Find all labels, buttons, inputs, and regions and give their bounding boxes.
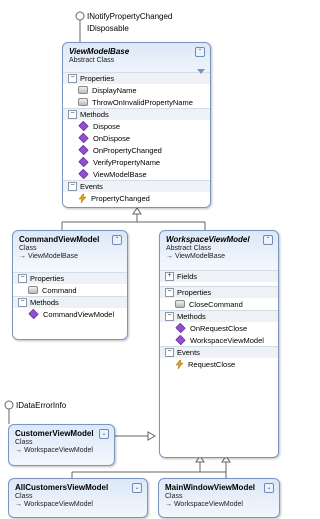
- minus-icon[interactable]: −: [18, 274, 27, 283]
- class-allcustomersviewmodel[interactable]: AllCustomersViewModel Class → WorkspaceV…: [8, 478, 148, 518]
- double-chevron-down-icon[interactable]: ⌄: [132, 483, 142, 493]
- member-property[interactable]: ThrowOnInvalidPropertyName: [63, 96, 210, 108]
- method-icon: [78, 132, 89, 144]
- class-workspaceviewmodel[interactable]: WorkspaceViewModel Abstract Class → View…: [159, 230, 279, 458]
- member-method[interactable]: OnRequestClose: [160, 322, 278, 334]
- filter-icon[interactable]: [197, 69, 205, 74]
- class-name: ViewModelBase: [69, 47, 130, 56]
- minus-icon[interactable]: −: [165, 288, 174, 297]
- member-event[interactable]: RequestClose: [160, 358, 278, 370]
- inheritance-arrow-icon: [132, 207, 142, 215]
- method-icon: [78, 144, 89, 156]
- section-properties[interactable]: − Properties: [63, 72, 210, 84]
- interface-lollipop-icon-2: [4, 400, 14, 410]
- minus-icon[interactable]: −: [68, 182, 77, 191]
- interface-label-idataerrorinfo: IDataErrorInfo: [16, 401, 67, 410]
- property-icon: [175, 300, 185, 308]
- class-customerviewmodel[interactable]: CustomerViewModel Class → WorkspaceViewM…: [8, 424, 115, 466]
- minus-icon[interactable]: −: [165, 348, 174, 357]
- section-methods[interactable]: − Methods: [13, 296, 127, 308]
- interface-label-inotifypropertychanged: INotifyPropertyChanged: [87, 12, 173, 21]
- class-base: → ViewModelBase: [166, 253, 226, 260]
- method-icon: [78, 156, 89, 168]
- section-properties[interactable]: − Properties: [13, 272, 127, 284]
- double-chevron-up-icon[interactable]: ⌃: [195, 47, 205, 57]
- property-icon: [78, 98, 88, 106]
- section-fields[interactable]: + Fields: [160, 270, 278, 282]
- member-method[interactable]: VerifyPropertyName: [63, 156, 210, 168]
- method-icon: [175, 322, 186, 334]
- class-mainwindowviewmodel[interactable]: MainWindowViewModel Class → WorkspaceVie…: [158, 478, 280, 518]
- double-chevron-down-icon[interactable]: ⌄: [99, 429, 109, 439]
- class-name: MainWindowViewModel: [165, 483, 256, 492]
- method-icon: [78, 168, 89, 180]
- class-commandviewmodel[interactable]: CommandViewModel Class → ViewModelBase ⌃…: [12, 230, 128, 340]
- class-name: WorkspaceViewModel: [166, 235, 250, 244]
- member-method[interactable]: OnPropertyChanged: [63, 144, 210, 156]
- method-icon: [28, 308, 39, 320]
- interface-lollipop-icon: [75, 11, 85, 21]
- property-icon: [28, 286, 38, 294]
- section-events[interactable]: − Events: [63, 180, 210, 192]
- lightning-icon: [78, 193, 87, 203]
- member-method[interactable]: WorkspaceViewModel: [160, 334, 278, 346]
- section-events[interactable]: − Events: [160, 346, 278, 358]
- minus-icon[interactable]: −: [18, 298, 27, 307]
- lightning-icon: [175, 359, 184, 369]
- member-event[interactable]: PropertyChanged: [63, 192, 210, 204]
- section-properties[interactable]: − Properties: [160, 286, 278, 298]
- class-base: → WorkspaceViewModel: [165, 501, 243, 508]
- member-method[interactable]: Dispose: [63, 120, 210, 132]
- member-property[interactable]: CloseCommand: [160, 298, 278, 310]
- minus-icon[interactable]: −: [165, 312, 174, 321]
- section-methods[interactable]: − Methods: [63, 108, 210, 120]
- class-kind: Abstract Class: [166, 245, 212, 252]
- member-property[interactable]: Command: [13, 284, 127, 296]
- minus-icon[interactable]: −: [68, 74, 77, 83]
- section-methods[interactable]: − Methods: [160, 310, 278, 322]
- class-kind: Class: [165, 493, 183, 500]
- class-kind: Class: [15, 439, 33, 446]
- class-name: CommandViewModel: [19, 235, 100, 244]
- class-base: → WorkspaceViewModel: [15, 501, 93, 508]
- minus-icon[interactable]: −: [68, 110, 77, 119]
- member-method[interactable]: CommandViewModel: [13, 308, 127, 320]
- class-base: → ViewModelBase: [19, 253, 79, 260]
- member-method[interactable]: OnDispose: [63, 132, 210, 144]
- class-kind: Class: [19, 245, 37, 252]
- class-base: → WorkspaceViewModel: [15, 447, 93, 454]
- member-property[interactable]: DisplayName: [63, 84, 210, 96]
- plus-icon[interactable]: +: [165, 272, 174, 281]
- class-viewmodelbase[interactable]: ViewModelBase Abstract Class ⌃ − Properti…: [62, 42, 211, 208]
- double-chevron-up-icon[interactable]: ⌃: [263, 235, 273, 245]
- class-kind: Class: [15, 493, 33, 500]
- class-name: AllCustomersViewModel: [15, 483, 109, 492]
- member-method[interactable]: ViewModelBase: [63, 168, 210, 180]
- double-chevron-up-icon[interactable]: ⌃: [112, 235, 122, 245]
- property-icon: [78, 86, 88, 94]
- class-kind: Abstract Class: [69, 57, 115, 64]
- method-icon: [175, 334, 186, 346]
- interface-label-idisposable: IDisposable: [87, 24, 129, 33]
- double-chevron-down-icon[interactable]: ⌄: [264, 483, 274, 493]
- method-icon: [78, 120, 89, 132]
